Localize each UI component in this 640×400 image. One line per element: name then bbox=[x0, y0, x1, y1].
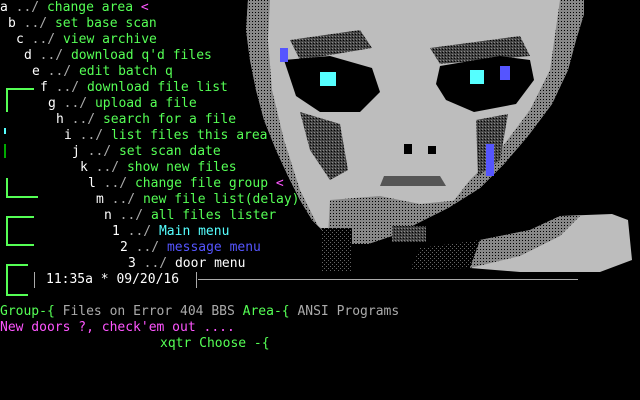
decor-bracket bbox=[6, 264, 28, 296]
decor-bracket bbox=[6, 216, 34, 246]
menu-key: g bbox=[48, 96, 56, 111]
decor-bracket bbox=[6, 88, 34, 102]
menu-separator: ../ bbox=[55, 96, 95, 111]
menu-label: show new files bbox=[126, 160, 237, 175]
decor-bracket bbox=[6, 100, 8, 112]
menu-item-j[interactable]: j ../ set scan date bbox=[72, 144, 221, 160]
menu-label: set base scan bbox=[54, 16, 157, 31]
menu-item-1[interactable]: 1 ../ Main menu bbox=[112, 224, 229, 240]
menu-key: h bbox=[56, 112, 64, 127]
menu-label: new file list(delay) bbox=[142, 192, 300, 207]
menu-key: 1 bbox=[112, 224, 120, 239]
menu-item-f[interactable]: f ../ download file list bbox=[40, 80, 228, 96]
status-star: * bbox=[100, 272, 109, 287]
menu-item-m[interactable]: m ../ new file list(delay) bbox=[96, 192, 300, 208]
group-line-segment: ANSI Programs bbox=[297, 304, 400, 319]
menu-label: door menu bbox=[174, 256, 246, 271]
menu-item-k[interactable]: k ../ show new files bbox=[80, 160, 237, 176]
menu-key: 2 bbox=[120, 240, 128, 255]
menu-item-g[interactable]: g ../ upload a file bbox=[48, 96, 197, 112]
status-divider-right bbox=[196, 272, 197, 288]
menu-label: list files this area bbox=[110, 128, 268, 143]
menu-selected-marker: < bbox=[268, 176, 284, 191]
menu-key: b bbox=[8, 16, 16, 31]
status-time: 11:35a bbox=[46, 272, 93, 287]
menu-item-b[interactable]: b ../ set base scan bbox=[8, 16, 157, 32]
decor-bracket bbox=[4, 144, 6, 158]
menu-label: Main menu bbox=[158, 224, 230, 239]
group-line-segment: Area-{ bbox=[242, 304, 298, 319]
menu-item-h[interactable]: h ../ search for a file bbox=[56, 112, 236, 128]
menu-key: f bbox=[40, 80, 48, 95]
menu-separator: ../ bbox=[7, 0, 47, 15]
menu-key: l bbox=[88, 176, 96, 191]
menu-key: a bbox=[0, 0, 8, 15]
menu-separator: ../ bbox=[135, 256, 175, 271]
decor-bracket bbox=[6, 178, 38, 198]
menu-item-i[interactable]: i ../ list files this area bbox=[64, 128, 268, 144]
menu-selected-marker: < bbox=[133, 0, 149, 15]
menu-separator: ../ bbox=[63, 112, 103, 127]
menu-separator: ../ bbox=[47, 80, 87, 95]
menu-item-3[interactable]: 3 ../ door menu bbox=[128, 256, 245, 272]
menu-item-e[interactable]: e ../ edit batch q bbox=[32, 64, 173, 80]
menu-key: i bbox=[64, 128, 72, 143]
decor-bracket bbox=[4, 128, 6, 134]
new-doors-line: New doors ?, check'em out .... bbox=[0, 320, 235, 335]
menu-separator: ../ bbox=[23, 32, 63, 47]
group-line-segment: Files on Error 404 BBS bbox=[62, 304, 243, 319]
group-line-text: Group-{ Files on Error 404 BBS Area-{ AN… bbox=[0, 304, 399, 319]
menu-separator: ../ bbox=[87, 160, 127, 175]
menu-key: n bbox=[104, 208, 112, 223]
menu-separator: ../ bbox=[103, 192, 143, 207]
status-bar: 11:35a * 09/20/16 bbox=[46, 272, 179, 288]
menu-label: download q'd files bbox=[70, 48, 212, 63]
menu-label: upload a file bbox=[94, 96, 197, 111]
menu-label: change area bbox=[46, 0, 134, 15]
status-date: 09/20/16 bbox=[116, 272, 180, 287]
group-line: Group-{ Files on Error 404 BBS Area-{ AN… bbox=[0, 304, 399, 320]
menu-separator: ../ bbox=[39, 64, 79, 79]
menu-item-2[interactable]: 2 ../ message menu bbox=[120, 240, 261, 256]
menu-key: k bbox=[80, 160, 88, 175]
menu-label: set scan date bbox=[118, 144, 221, 159]
menu-separator: ../ bbox=[15, 16, 55, 31]
menu-separator: ../ bbox=[71, 128, 111, 143]
menu-label: edit batch q bbox=[78, 64, 173, 79]
menu-item-n[interactable]: n ../ all files lister bbox=[104, 208, 276, 224]
menu-label: all files lister bbox=[150, 208, 277, 223]
menu-separator: ../ bbox=[127, 240, 167, 255]
status-rule bbox=[198, 279, 578, 280]
menu-separator: ../ bbox=[79, 144, 119, 159]
menu-label: change file group bbox=[134, 176, 269, 191]
menu-key: 3 bbox=[128, 256, 136, 271]
prompt-text: Choose -{ bbox=[199, 336, 270, 351]
menu-item-l[interactable]: l ../ change file group < bbox=[88, 176, 284, 192]
menu-label: search for a file bbox=[102, 112, 237, 127]
command-prompt[interactable]: xqtr Choose -{ bbox=[160, 336, 270, 352]
group-line-segment: Group-{ bbox=[0, 304, 63, 319]
menu-item-c[interactable]: c ../ view archive bbox=[16, 32, 157, 48]
menu-label: message menu bbox=[166, 240, 261, 255]
menu-separator: ../ bbox=[119, 224, 159, 239]
right-eye-glint bbox=[470, 70, 484, 84]
menu-key: e bbox=[32, 64, 40, 79]
menu-separator: ../ bbox=[95, 176, 135, 191]
menu-key: c bbox=[16, 32, 24, 47]
menu-item-d[interactable]: d ../ download q'd files bbox=[24, 48, 212, 64]
menu-item-a[interactable]: a ../ change area < bbox=[0, 0, 149, 16]
menu-separator: ../ bbox=[31, 48, 71, 63]
menu-separator: ../ bbox=[111, 208, 151, 223]
menu-label: download file list bbox=[86, 80, 228, 95]
left-eye-glint bbox=[320, 72, 336, 86]
status-divider-left bbox=[34, 272, 35, 288]
menu-key: j bbox=[72, 144, 80, 159]
menu-key: m bbox=[96, 192, 104, 207]
menu-key: d bbox=[24, 48, 32, 63]
menu-label: view archive bbox=[62, 32, 157, 47]
